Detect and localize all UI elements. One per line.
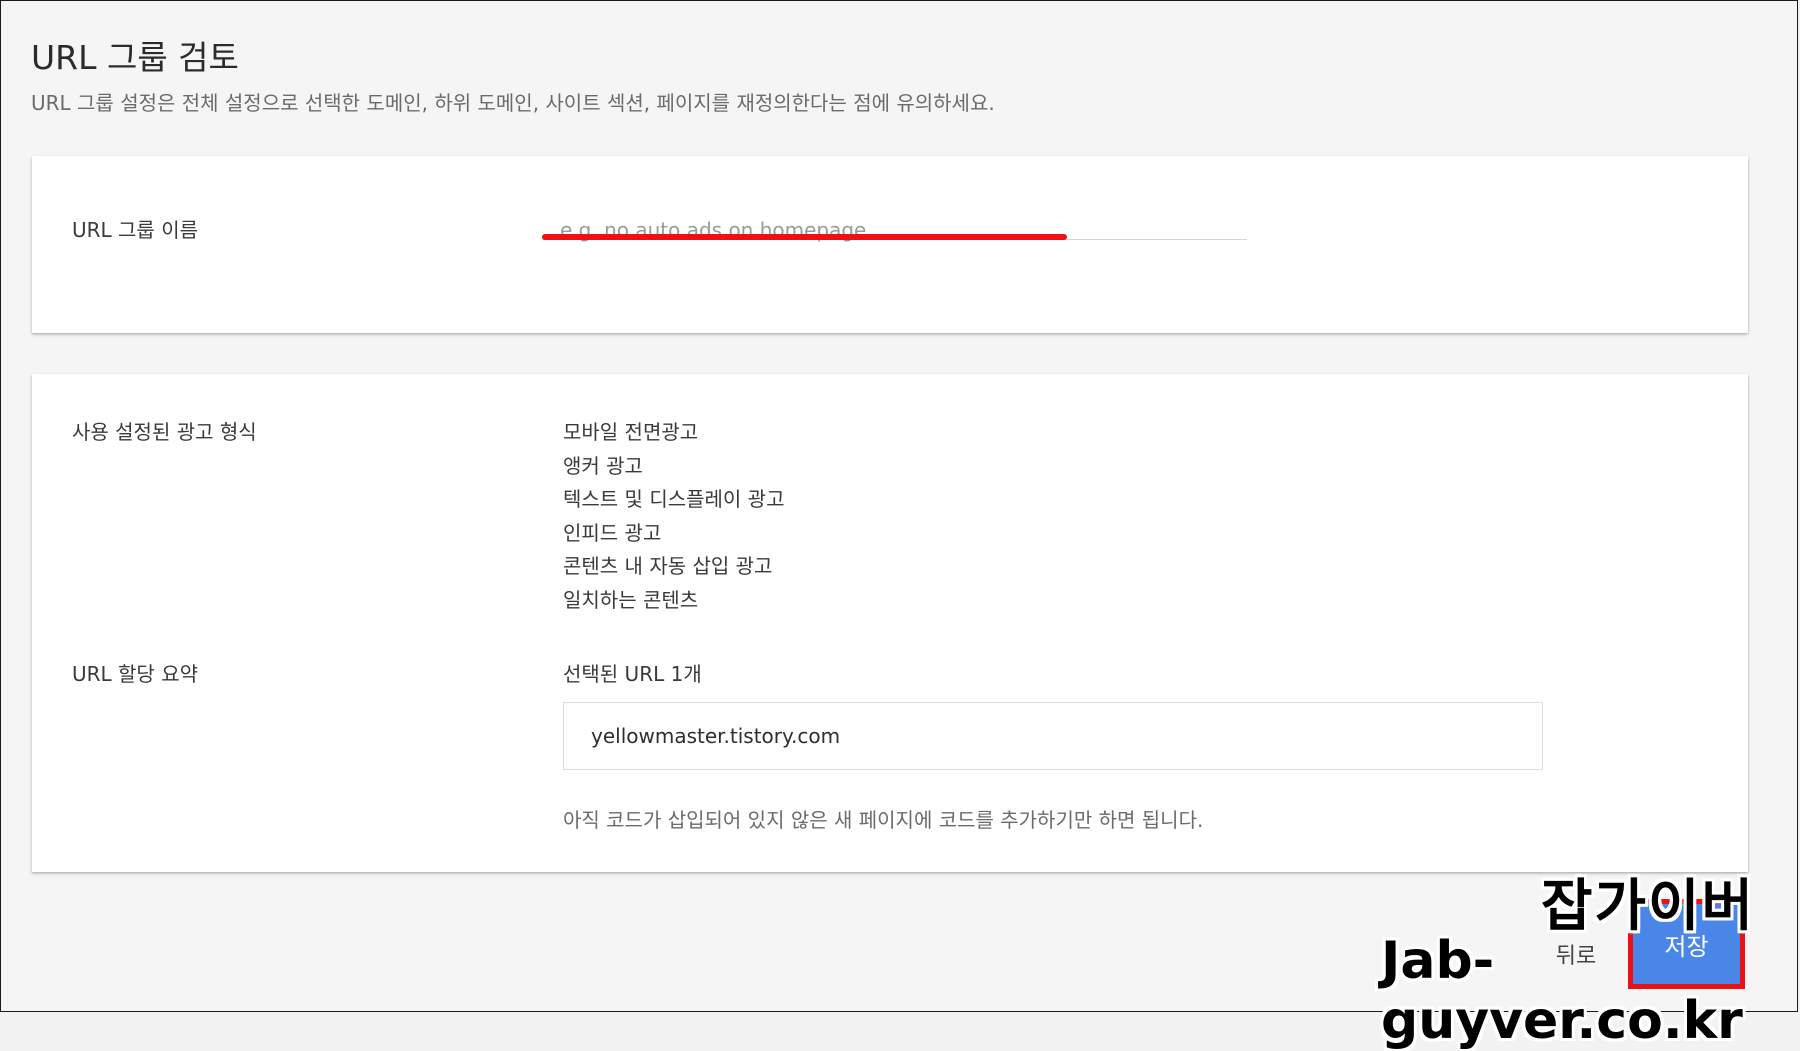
highlight-underline	[542, 234, 1067, 240]
selected-url-count: 선택된 URL 1개	[563, 662, 702, 686]
code-insertion-note: 아직 코드가 삽입되어 있지 않은 새 페이지에 코드를 추가하기만 하면 됩니…	[563, 808, 1204, 832]
ad-format-item: 텍스트 및 디스플레이 광고	[563, 487, 785, 512]
watermark-korean: 잡가이버	[1541, 874, 1756, 939]
url-group-name-field-wrapper	[542, 208, 1247, 254]
url-group-name-card: URL 그룹 이름	[32, 156, 1748, 333]
watermark-domain: Jab-guyver.co.kr	[1381, 931, 1743, 1051]
ad-format-item: 앵커 광고	[563, 453, 643, 478]
selected-url-item: yellowmaster.tistory.com	[591, 724, 841, 748]
page-title: URL 그룹 검토	[31, 38, 239, 77]
selected-url-list: yellowmaster.tistory.com	[563, 702, 1543, 770]
ad-format-list: 모바일 전면광고 앵커 광고 텍스트 및 디스플레이 광고 인피드 광고 콘텐츠…	[563, 416, 784, 618]
enabled-ad-formats-label: 사용 설정된 광고 형식	[72, 420, 257, 444]
ad-format-item: 콘텐츠 내 자동 삽입 광고	[563, 554, 773, 579]
window-frame: URL 그룹 검토 URL 그룹 설정은 전체 설정으로 선택한 도메인, 하위…	[0, 0, 1798, 1051]
ad-format-item: 일치하는 콘텐츠	[563, 587, 699, 612]
ad-format-item: 모바일 전면광고	[563, 420, 699, 444]
url-assignment-summary-label: URL 할당 요약	[72, 662, 198, 686]
page-subtitle: URL 그룹 설정은 전체 설정으로 선택한 도메인, 하위 도메인, 사이트 …	[31, 91, 995, 115]
ad-settings-card: 사용 설정된 광고 형식 모바일 전면광고 앵커 광고 텍스트 및 디스플레이 …	[32, 374, 1748, 872]
ad-format-item: 인피드 광고	[563, 520, 662, 545]
url-group-name-label: URL 그룹 이름	[72, 218, 198, 242]
url-group-name-input[interactable]	[542, 208, 1247, 252]
